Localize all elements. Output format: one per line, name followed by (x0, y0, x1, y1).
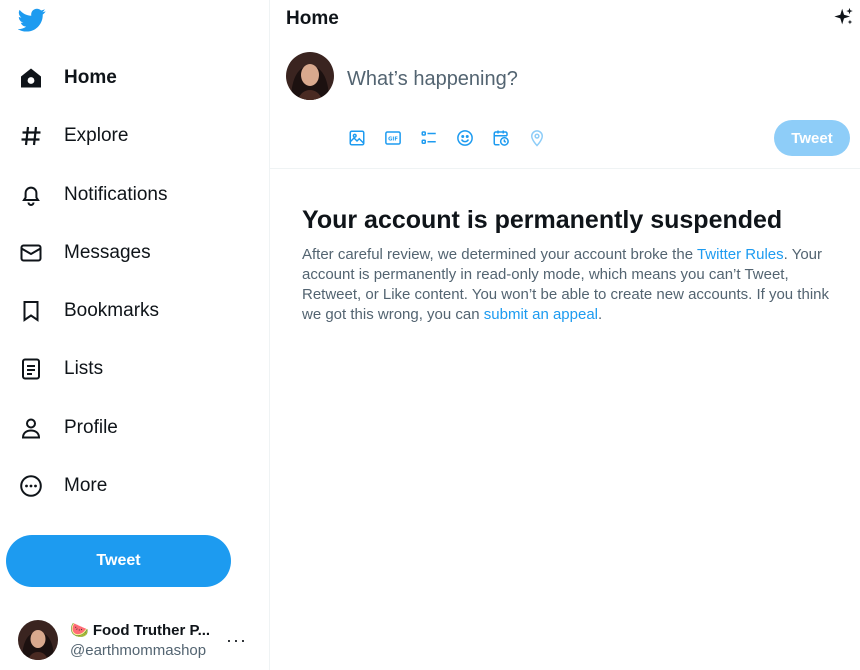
poll-icon[interactable] (419, 128, 439, 148)
suspension-message: After careful review, we determined your… (302, 245, 832, 325)
sidebar-item-lists[interactable]: Lists (0, 345, 260, 393)
sparkle-icon[interactable] (833, 6, 855, 28)
more-circle-icon (18, 473, 44, 499)
svg-text:GIF: GIF (388, 137, 398, 143)
list-icon (18, 356, 44, 382)
location-icon (527, 128, 547, 148)
sidebar-item-label: Lists (64, 358, 104, 379)
page-title: Home (286, 8, 339, 29)
submit-appeal-link[interactable]: submit an appeal (484, 306, 598, 323)
emoji-icon[interactable] (455, 128, 475, 148)
sidebar-item-explore[interactable]: Explore (0, 112, 260, 160)
divider (270, 168, 860, 169)
schedule-icon[interactable] (491, 128, 511, 148)
sidebar-item-profile[interactable]: Profile (0, 404, 260, 452)
ellipsis-icon[interactable]: ··· (226, 630, 247, 651)
sidebar-item-more[interactable]: More (0, 462, 260, 510)
account-name: 🍉 Food Truther P... (70, 621, 210, 639)
tweet-button[interactable]: Tweet (6, 535, 231, 587)
account-switcher[interactable]: 🍉 Food Truther P... @earthmommashop ··· (0, 600, 269, 670)
bird-logo-icon[interactable] (17, 6, 46, 34)
sidebar-item-label: Explore (64, 125, 129, 146)
account-display-name: Food Truther P... (92, 622, 211, 639)
person-icon (18, 415, 44, 441)
sidebar-item-bookmarks[interactable]: Bookmarks (0, 287, 260, 335)
sidebar-item-label: Notifications (64, 184, 168, 205)
twitter-rules-link[interactable]: Twitter Rules (697, 246, 784, 263)
sidebar-item-messages[interactable]: Messages (0, 229, 260, 277)
main-column: Home What’s happening? GIF Tweet Your ac… (270, 0, 860, 670)
gif-icon[interactable]: GIF (383, 128, 403, 148)
avatar[interactable] (286, 52, 334, 100)
sidebar-item-label: Home (64, 67, 117, 88)
sidebar-item-home[interactable]: Home (0, 54, 260, 102)
sidebar-item-notifications[interactable]: Notifications (0, 171, 260, 219)
bell-icon (18, 182, 44, 208)
sidebar-item-label: Profile (64, 417, 118, 438)
suspension-text: . (598, 306, 603, 323)
avatar (18, 620, 58, 660)
home-icon (18, 65, 44, 91)
sidebar-item-label: Bookmarks (64, 300, 160, 321)
media-icon[interactable] (347, 128, 367, 148)
bookmark-icon (18, 298, 44, 324)
suspension-title: Your account is permanently suspended (302, 206, 783, 234)
compose-tweet-button[interactable]: Tweet (774, 120, 850, 156)
sidebar-item-label: More (64, 475, 108, 496)
compose-input[interactable]: What’s happening? (347, 68, 518, 91)
envelope-icon (18, 240, 44, 266)
sidebar: Home Explore Notifications Messages Book… (0, 0, 269, 670)
account-handle: @earthmommashop (70, 642, 207, 659)
suspension-text: After careful review, we determined your… (302, 246, 697, 263)
sidebar-item-label: Messages (64, 242, 151, 263)
hashtag-icon (18, 123, 44, 149)
watermelon-emoji: 🍉 (70, 622, 89, 639)
